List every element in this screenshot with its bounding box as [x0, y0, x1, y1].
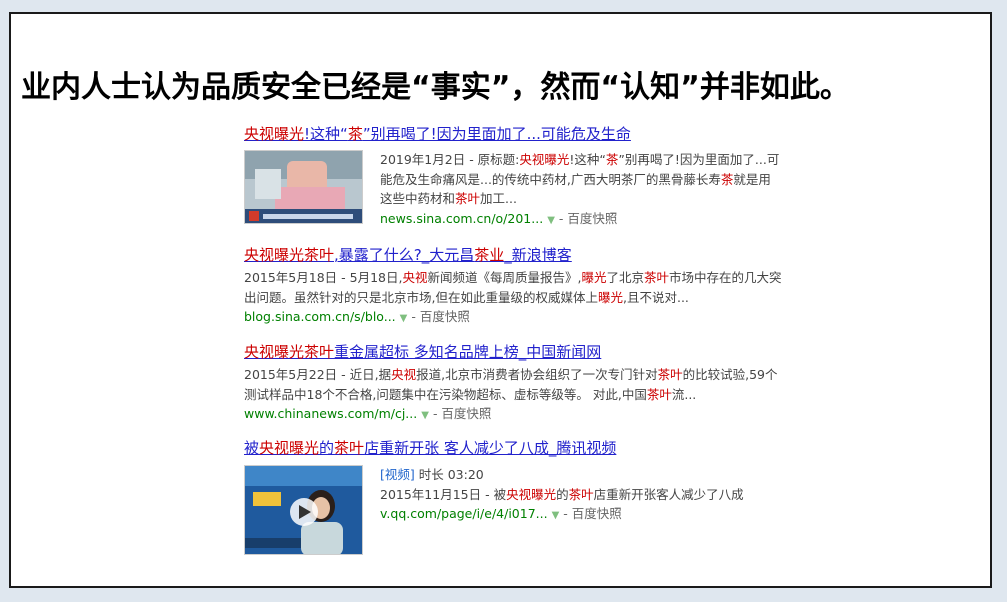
dropdown-arrow-icon[interactable]: ▼: [552, 510, 560, 521]
snapshot-link[interactable]: 百度快照: [572, 506, 622, 521]
result-url-row: www.chinanews.com/m/cj... ▼ - 百度快照: [244, 406, 492, 421]
abstract-highlight: 曝光: [597, 289, 623, 305]
title-text: 被: [244, 439, 260, 457]
abstract-text: 流...: [671, 386, 697, 402]
title-highlight: 央视曝光茶叶: [244, 246, 335, 264]
result-url-row: news.sina.com.cn/o/201... ▼ - 百度快照: [380, 210, 618, 226]
abstract-highlight: 茶叶: [644, 270, 670, 285]
result-thumbnail[interactable]: [244, 150, 363, 224]
snapshot-link[interactable]: 百度快照: [420, 309, 470, 324]
title-highlight: 央视曝光茶叶: [244, 343, 335, 361]
abstract-text: 加工...: [480, 191, 517, 206]
dropdown-arrow-icon[interactable]: ▼: [400, 313, 408, 324]
slide-headline: 业内人士认为品质安全已经是“事实”，然而“认知”并非如此。: [21, 70, 850, 105]
search-result-3: 央视曝光茶叶重金属超标 多知名品牌上榜_中国新闻网 2015年5月22日 - 近…: [244, 342, 784, 426]
abstract-highlight: 茶叶: [657, 367, 683, 382]
title-highlight: 央视曝光: [259, 439, 320, 457]
abstract-highlight: 央视: [402, 270, 428, 285]
news-anchor-video-icon: [245, 466, 362, 554]
abstract-text: 了北京: [606, 270, 644, 285]
result-url[interactable]: blog.sina.com.cn/s/blo...: [244, 309, 396, 324]
abstract-text: 报道,北京市消费者协会组织了一次专门针对: [416, 367, 658, 382]
abstract-text: 2019年1月2日 - 原标题:: [380, 152, 520, 167]
video-tag: [视频]: [380, 467, 415, 482]
title-text: _新浪博客: [504, 246, 572, 264]
result-abstract: 2015年5月18日 - 5月18日,央视新闻频道《每周质量报告》,曝光了北京茶…: [244, 268, 784, 307]
title-text: 店重新开张 客人减少了八成_腾讯视频: [364, 439, 617, 457]
result-title-link[interactable]: 央视曝光!这种“茶”别再喝了!因为里面加了...可能危及生命: [244, 124, 784, 144]
abstract-highlight: 茶: [605, 152, 619, 167]
abstract-text: 新闻频道《每周质量报告》,: [427, 270, 582, 285]
title-highlight: 茶: [347, 125, 363, 143]
abstract-text: 2015年11月15日 - 被: [380, 486, 507, 502]
abstract-highlight: 茶叶: [646, 386, 672, 402]
result-abstract: 2019年1月2日 - 原标题:央视曝光!这种“茶”别再喝了!因为里面加了...…: [380, 150, 780, 209]
result-abstract: 2015年11月15日 - 被央视曝光的茶叶店重新开张客人减少了八成: [380, 485, 780, 505]
title-text: !这种“: [304, 125, 348, 143]
search-result-2: 央视曝光茶叶,暴露了什么?_大元昌茶业_新浪博客 2015年5月18日 - 5月…: [244, 245, 784, 329]
result-title-link[interactable]: 央视曝光茶叶重金属超标 多知名品牌上榜_中国新闻网: [244, 342, 784, 362]
result-url[interactable]: v.qq.com/page/i/e/4/i017...: [380, 506, 548, 521]
abstract-text: 店重新开张客人减少了八成: [593, 486, 744, 502]
title-highlight: 茶业: [474, 246, 505, 264]
search-result-4: 被央视曝光的茶叶店重新开张 客人减少了八成_腾讯视频 [视频] 时长 03:20…: [244, 438, 784, 555]
abstract-text: 的: [556, 486, 569, 502]
search-result-1: 央视曝光!这种“茶”别再喝了!因为里面加了...可能危及生命 2019年1月2日…: [244, 124, 784, 226]
abstract-text: !这种“: [569, 152, 606, 167]
title-highlight: 央视曝光: [244, 125, 305, 143]
abstract-highlight: 央视曝光: [519, 152, 570, 167]
dropdown-arrow-icon[interactable]: ▼: [421, 410, 429, 421]
abstract-text: 2015年5月22日 - 近日,据: [244, 367, 392, 382]
hospital-photo-icon: [245, 151, 362, 223]
result-url-row: v.qq.com/page/i/e/4/i017... ▼ - 百度快照: [380, 506, 622, 521]
result-body: [视频] 时长 03:20 2015年11月15日 - 被央视曝光的茶叶店重新开…: [380, 465, 780, 526]
abstract-highlight: 央视: [391, 367, 417, 382]
abstract-text: 2015年5月18日 - 5月18日,: [244, 270, 403, 285]
abstract-highlight: 茶: [720, 171, 734, 187]
video-meta: [视频] 时长 03:20: [380, 465, 780, 485]
abstract-text: ,且不说对...: [623, 289, 689, 305]
video-thumbnail[interactable]: [244, 465, 363, 555]
dropdown-arrow-icon[interactable]: ▼: [547, 215, 555, 226]
title-text: ,暴露了什么?_大元昌: [334, 246, 475, 264]
result-url-row: blog.sina.com.cn/s/blo... ▼ - 百度快照: [244, 309, 470, 324]
abstract-highlight: 曝光: [581, 270, 607, 285]
abstract-highlight: 茶叶: [568, 486, 594, 502]
abstract-highlight: 央视曝光: [506, 486, 557, 502]
result-title-link[interactable]: 央视曝光茶叶,暴露了什么?_大元昌茶业_新浪博客: [244, 245, 784, 265]
title-text: ”别再喝了!因为里面加了...可能危及生命: [362, 125, 631, 143]
result-title-link[interactable]: 被央视曝光的茶叶店重新开张 客人减少了八成_腾讯视频: [244, 438, 784, 458]
video-duration: 时长 03:20: [418, 467, 484, 482]
result-body: 2019年1月2日 - 原标题:央视曝光!这种“茶”别再喝了!因为里面加了...…: [380, 150, 780, 231]
title-text: 重金属超标 多知名品牌上榜_中国新闻网: [334, 343, 602, 361]
title-text: 的: [319, 439, 335, 457]
abstract-highlight: 茶叶: [455, 191, 481, 206]
title-highlight: 茶叶: [334, 439, 365, 457]
result-url[interactable]: www.chinanews.com/m/cj...: [244, 406, 417, 421]
result-abstract: 2015年5月22日 - 近日,据央视报道,北京市消费者协会组织了一次专门针对茶…: [244, 365, 784, 404]
snapshot-link[interactable]: 百度快照: [567, 211, 617, 226]
snapshot-link[interactable]: 百度快照: [441, 406, 491, 421]
result-url[interactable]: news.sina.com.cn/o/201...: [380, 211, 543, 226]
